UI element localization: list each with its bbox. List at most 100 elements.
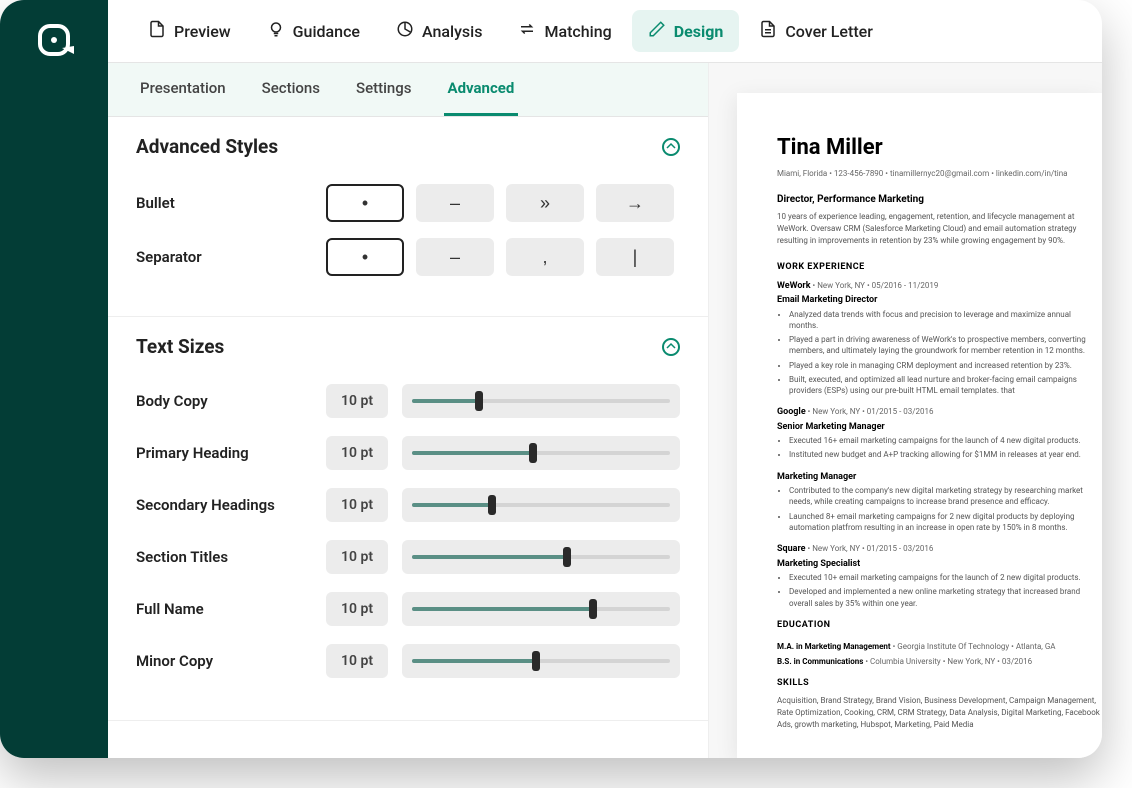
nav-label: Analysis [422, 22, 482, 41]
subtab-advanced[interactable]: Advanced [444, 63, 519, 116]
text-sizes-header[interactable]: Text Sizes [108, 317, 708, 376]
resume-subtitle: Director, Performance Marketing [777, 193, 1102, 207]
slider-thumb[interactable] [475, 391, 483, 411]
size-slider[interactable] [402, 384, 680, 418]
chevron-up-icon [662, 138, 680, 156]
file-icon [148, 20, 166, 42]
size-value: 10 pt [326, 592, 388, 626]
subtab-sections[interactable]: Sections [258, 63, 324, 116]
size-label: Body Copy [136, 392, 326, 410]
edu-line: M.A. in Marketing Management • Georgia I… [777, 641, 1102, 652]
nav-matching[interactable]: Matching [502, 10, 627, 52]
size-value: 10 pt [326, 384, 388, 418]
size-value: 10 pt [326, 436, 388, 470]
slider-thumb[interactable] [529, 443, 537, 463]
slider-thumb[interactable] [589, 599, 597, 619]
bullet-option-0[interactable]: • [326, 184, 404, 222]
size-value: 10 pt [326, 540, 388, 574]
size-label: Minor Copy [136, 652, 326, 670]
chevron-up-icon [662, 338, 680, 356]
resume-name: Tina Miller [777, 133, 1102, 164]
job-bullet: Played a key role in managing CRM deploy… [789, 360, 1102, 371]
job-bullet: Built, executed, and optimized all lead … [789, 374, 1102, 396]
resume-document: Tina Miller Miami, Florida • 123-456-789… [737, 93, 1102, 758]
job-company-line: Square • New York, NY • 01/2015 - 03/201… [777, 543, 1102, 556]
separator-option-1[interactable]: – [416, 238, 494, 276]
separator-option-0[interactable]: • [326, 238, 404, 276]
bulb-icon [267, 20, 285, 42]
top-nav: Preview Guidance Analysis Matching Design Cov… [108, 0, 1102, 63]
job-company-line: Google • New York, NY • 01/2015 - 03/201… [777, 406, 1102, 419]
job-bullet: Executed 16+ email marketing campaigns f… [789, 435, 1102, 446]
advanced-styles-header[interactable]: Advanced Styles [108, 117, 708, 176]
size-label: Section Titles [136, 548, 326, 566]
education-title: EDUCATION [777, 619, 1102, 632]
job-title: Marketing Specialist [777, 558, 1102, 571]
pen-icon [648, 20, 666, 42]
size-slider[interactable] [402, 592, 680, 626]
bullet-option-3[interactable]: → [596, 184, 674, 222]
size-row-primary-heading: Primary Heading 10 pt [136, 436, 680, 470]
slider-thumb[interactable] [488, 495, 496, 515]
job-bullet: Analyzed data trends with focus and prec… [789, 309, 1102, 331]
pie-icon [396, 20, 414, 42]
left-panel: Presentation Sections Settings Advanced Adv… [108, 63, 708, 758]
job-bullet: Executed 10+ email marketing campaigns f… [789, 572, 1102, 583]
app-window: Preview Guidance Analysis Matching Design Cov… [0, 0, 1102, 758]
separator-option-2[interactable]: , [506, 238, 584, 276]
slider-thumb[interactable] [563, 547, 571, 567]
nav-guidance[interactable]: Guidance [251, 10, 376, 52]
job-bullet: Developed and implemented a new online m… [789, 586, 1102, 608]
main: Preview Guidance Analysis Matching Design Cov… [108, 0, 1102, 758]
skills-title: SKILLS [777, 677, 1102, 690]
subtab-settings[interactable]: Settings [352, 63, 416, 116]
subtab-presentation[interactable]: Presentation [136, 63, 230, 116]
bullet-label: Bullet [136, 194, 326, 212]
resume-preview-panel: Tina Miller Miami, Florida • 123-456-789… [708, 63, 1102, 758]
content: Presentation Sections Settings Advanced Adv… [108, 63, 1102, 758]
sub-tabs: Presentation Sections Settings Advanced [108, 63, 708, 117]
size-row-full-name: Full Name 10 pt [136, 592, 680, 626]
size-slider[interactable] [402, 488, 680, 522]
advanced-styles-title: Advanced Styles [136, 135, 278, 158]
nav-label: Design [674, 22, 724, 41]
size-slider[interactable] [402, 540, 680, 574]
job-bullet: Played a part in driving awareness of We… [789, 334, 1102, 356]
job-title: Email Marketing Director [777, 294, 1102, 307]
bullet-option-1[interactable]: – [416, 184, 494, 222]
size-label: Primary Heading [136, 444, 326, 462]
edu-line: B.S. in Communications • Columbia Univer… [777, 656, 1102, 667]
nav-design[interactable]: Design [632, 10, 740, 52]
resume-contact: Miami, Florida • 123-456-7890 • tinamill… [777, 168, 1102, 179]
advanced-styles-section: Advanced Styles Bullet •–» → Separator •–… [108, 117, 708, 317]
text-sizes-title: Text Sizes [136, 335, 224, 358]
job-bullet: Instituted new budget and A+P tracking a… [789, 449, 1102, 460]
slider-thumb[interactable] [532, 651, 540, 671]
nav-preview[interactable]: Preview [132, 10, 247, 52]
job-bullet: Launched 8+ email marketing campaigns fo… [789, 511, 1102, 533]
size-label: Secondary Headings [136, 496, 326, 514]
nav-label: Preview [174, 22, 231, 41]
work-title: WORK EXPERIENCE [777, 261, 1102, 274]
nav-analysis[interactable]: Analysis [380, 10, 498, 52]
size-slider[interactable] [402, 436, 680, 470]
separator-label: Separator [136, 248, 326, 266]
nav-cover-letter[interactable]: Cover Letter [743, 10, 889, 52]
sidebar [0, 0, 108, 758]
separator-option-3[interactable]: | [596, 238, 674, 276]
size-row-secondary-headings: Secondary Headings 10 pt [136, 488, 680, 522]
app-logo-icon [34, 20, 74, 60]
bullet-option-2[interactable]: » [506, 184, 584, 222]
job-company-line: WeWork • New York, NY • 05/2016 - 11/201… [777, 280, 1102, 293]
text-sizes-section: Text Sizes Body Copy 10 pt Primary Headi… [108, 317, 708, 721]
size-slider[interactable] [402, 644, 680, 678]
size-row-section-titles: Section Titles 10 pt [136, 540, 680, 574]
bullet-row: Bullet •–» → [136, 184, 680, 222]
size-value: 10 pt [326, 644, 388, 678]
resume-summary: 10 years of experience leading, engageme… [777, 211, 1102, 247]
doc-icon [759, 20, 777, 42]
nav-label: Cover Letter [785, 22, 873, 41]
nav-label: Guidance [293, 22, 360, 41]
separator-row: Separator •–, | [136, 238, 680, 276]
job-bullet: Contributed to the company's new digital… [789, 485, 1102, 507]
